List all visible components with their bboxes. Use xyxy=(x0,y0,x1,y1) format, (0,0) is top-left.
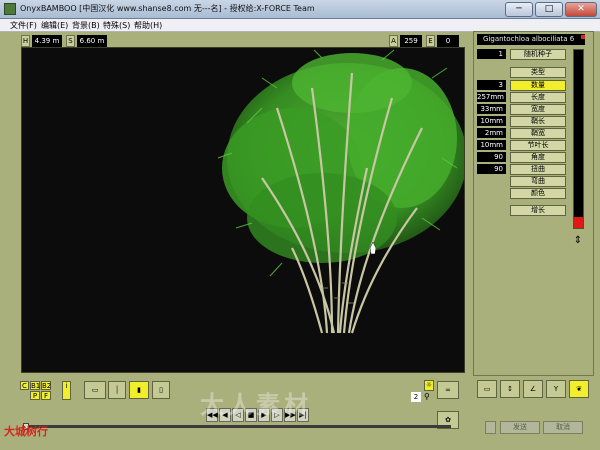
growth-meter[interactable] xyxy=(573,49,584,229)
app-icon xyxy=(4,3,16,15)
checkbox-icon[interactable] xyxy=(485,421,496,434)
close-button[interactable]: ✕ xyxy=(565,2,597,17)
param-twist-button[interactable]: 扭曲 xyxy=(510,164,566,175)
angle-field[interactable]: 259 xyxy=(400,35,422,47)
menu-help[interactable]: 帮助(H) xyxy=(134,20,162,31)
bamboo-render xyxy=(217,49,464,334)
param-angle-button[interactable]: 角度 xyxy=(510,152,566,163)
send-button[interactable]: 发送 xyxy=(500,421,540,434)
height-field[interactable]: 4.39 m xyxy=(32,35,62,47)
param-value-length[interactable]: 257mm xyxy=(477,92,506,102)
mode-f-button[interactable]: F xyxy=(41,391,51,400)
menu-special[interactable]: 特殊(S) xyxy=(103,20,130,31)
param-color-button[interactable]: 颜色 xyxy=(510,188,566,199)
select-tool-icon[interactable]: ▭ xyxy=(477,380,497,398)
view-box-tool-icon[interactable]: ▭ xyxy=(84,381,106,399)
param-value-sheath-length[interactable]: 10mm xyxy=(477,116,506,126)
spread-field[interactable]: 6.60 m xyxy=(77,35,107,47)
dna-icon[interactable]: ∞ xyxy=(437,381,459,399)
site-logo: 大城树行 xyxy=(4,425,48,438)
cancel-button[interactable]: 取消 xyxy=(543,421,583,434)
menu-file[interactable]: 文件(F) xyxy=(10,20,37,31)
elevation-field[interactable]: 0 xyxy=(437,35,459,47)
zoom-icon[interactable]: ⚲ xyxy=(424,392,434,402)
param-value-angle[interactable]: 90 xyxy=(477,152,506,162)
branch-tool-icon[interactable]: ∠ xyxy=(523,380,543,398)
a-label: A xyxy=(389,35,398,47)
param-length-button[interactable]: 长度 xyxy=(510,92,566,103)
param-sheath-width-button[interactable]: 鞘宽 xyxy=(510,128,566,139)
line-tool-icon[interactable]: │ xyxy=(108,381,126,399)
param-count-button[interactable]: 数量 xyxy=(510,80,566,91)
window-title: OnyxBAMBOO [中国汉化 www.shanse8.com 无---名] … xyxy=(20,4,315,13)
culm-tool-icon[interactable]: ▮ xyxy=(129,381,149,399)
random-seed-button[interactable]: 随机种子 xyxy=(510,49,566,60)
s-label: S xyxy=(66,35,75,47)
menu-background[interactable]: 背景(B) xyxy=(72,20,100,31)
param-node-leaf-button[interactable]: 节叶长 xyxy=(510,140,566,151)
param-value-twist[interactable]: 90 xyxy=(477,164,506,174)
growth-meter-fill xyxy=(574,217,583,228)
param-value-sheath-width[interactable]: 2mm xyxy=(477,128,506,138)
up-down-arrows-icon[interactable]: ⇕ xyxy=(572,235,584,247)
mode-c-button[interactable]: C xyxy=(20,381,29,390)
maximize-button[interactable]: □ xyxy=(535,2,563,17)
counter-field[interactable]: 2 xyxy=(411,392,421,402)
stem-tool-icon[interactable]: ↕ xyxy=(500,380,520,398)
e-label: E xyxy=(426,35,435,47)
h-label: H xyxy=(21,35,30,47)
type-button[interactable]: 类型 xyxy=(510,67,566,78)
mode-p-button[interactable]: P xyxy=(30,391,40,400)
mode-b1-button[interactable]: B1 xyxy=(30,381,40,390)
grow-button[interactable]: 增长 xyxy=(510,205,566,216)
light-icon[interactable]: ☼ xyxy=(424,380,434,391)
mode-b2-button[interactable]: B2 xyxy=(41,381,51,390)
watermark: 大人素材 xyxy=(200,391,312,419)
param-value-node-leaf[interactable]: 10mm xyxy=(477,140,506,150)
param-bend-button[interactable]: 弯曲 xyxy=(510,176,566,187)
fork-tool-icon[interactable]: Y xyxy=(546,380,566,398)
cylinder-tool-icon[interactable]: ▯ xyxy=(152,381,170,399)
leaf-tool-icon[interactable]: ❦ xyxy=(569,380,589,398)
species-color-swatch xyxy=(581,35,585,39)
menu-edit[interactable]: 编辑(E) xyxy=(41,20,68,31)
param-value-count[interactable]: 3 xyxy=(477,80,506,90)
param-sheath-length-button[interactable]: 鞘长 xyxy=(510,116,566,127)
param-width-button[interactable]: 宽度 xyxy=(510,104,566,115)
minimize-button[interactable]: ─ xyxy=(505,2,533,17)
param-value-width[interactable]: 33mm xyxy=(477,104,506,114)
render-viewport[interactable] xyxy=(21,47,465,373)
seed-value[interactable]: 1 xyxy=(477,49,506,59)
species-name-field[interactable]: Gigantochloa albociliata 6 xyxy=(477,34,585,45)
info-icon[interactable]: i xyxy=(62,381,71,400)
